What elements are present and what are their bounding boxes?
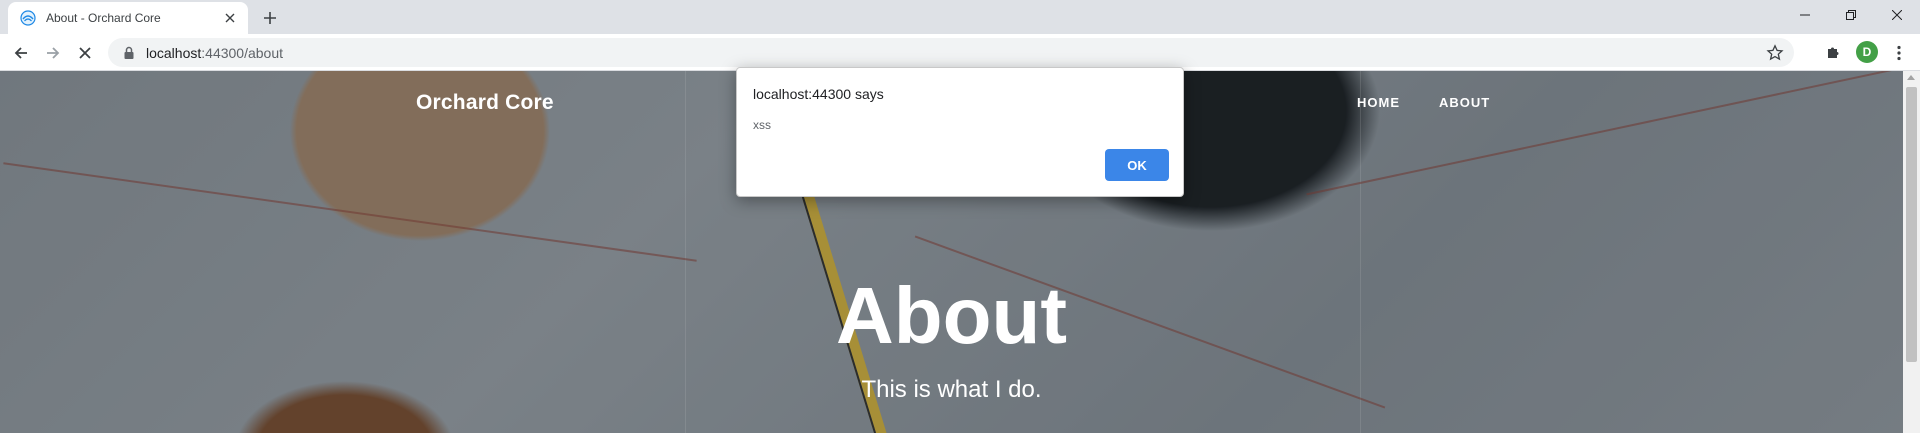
alert-dialog: localhost:44300 says xss OK [736, 67, 1184, 197]
address-bar[interactable]: localhost:44300/about [108, 38, 1794, 67]
restore-icon [1846, 10, 1856, 20]
profile-avatar[interactable]: D [1856, 41, 1878, 63]
orchard-favicon-icon [20, 10, 36, 26]
page-subtitle: This is what I do. [861, 376, 1042, 403]
minimize-button[interactable] [1782, 0, 1828, 30]
lock-icon [124, 46, 134, 59]
browser-menu-button[interactable] [1886, 40, 1912, 66]
restore-button[interactable] [1828, 0, 1874, 30]
star-icon[interactable] [1766, 44, 1784, 62]
plus-icon [264, 12, 276, 24]
browser-toolbar: localhost:44300/about D [0, 34, 1920, 71]
new-tab-button[interactable] [258, 6, 282, 30]
page-scrollbar[interactable] [1903, 71, 1920, 433]
stop-icon [79, 47, 91, 59]
stop-button[interactable] [72, 40, 98, 66]
puzzle-icon [1828, 47, 1839, 58]
scroll-up-arrow-icon[interactable] [1907, 75, 1915, 80]
back-button[interactable] [8, 40, 34, 66]
dialog-message: xss [753, 118, 771, 132]
close-icon [1892, 10, 1902, 20]
site-brand[interactable]: Orchard Core [416, 91, 554, 115]
nav-about[interactable]: ABOUT [1439, 95, 1490, 110]
arrow-left-icon [14, 47, 27, 59]
tab-title: About - Orchard Core [46, 11, 161, 25]
arrow-right-icon [47, 47, 60, 59]
window-close-button[interactable] [1874, 0, 1920, 30]
extensions-button[interactable] [1820, 40, 1846, 66]
nav-home[interactable]: HOME [1357, 95, 1400, 110]
tab-strip: About - Orchard Core [0, 0, 1920, 34]
page-title: About [835, 271, 1067, 360]
browser-tab[interactable]: About - Orchard Core [8, 2, 248, 34]
dialog-title: localhost:44300 says [753, 86, 884, 102]
minimize-icon [1800, 14, 1810, 16]
url-host: localhost [146, 44, 202, 61]
forward-button[interactable] [40, 40, 66, 66]
url-text: localhost:44300/about [146, 45, 283, 61]
url-path: :44300/about [201, 44, 284, 61]
tab-close-icon[interactable] [222, 10, 238, 26]
kebab-menu-icon [1897, 45, 1901, 61]
dialog-ok-button[interactable]: OK [1105, 149, 1169, 181]
scrollbar-thumb[interactable] [1906, 87, 1917, 362]
